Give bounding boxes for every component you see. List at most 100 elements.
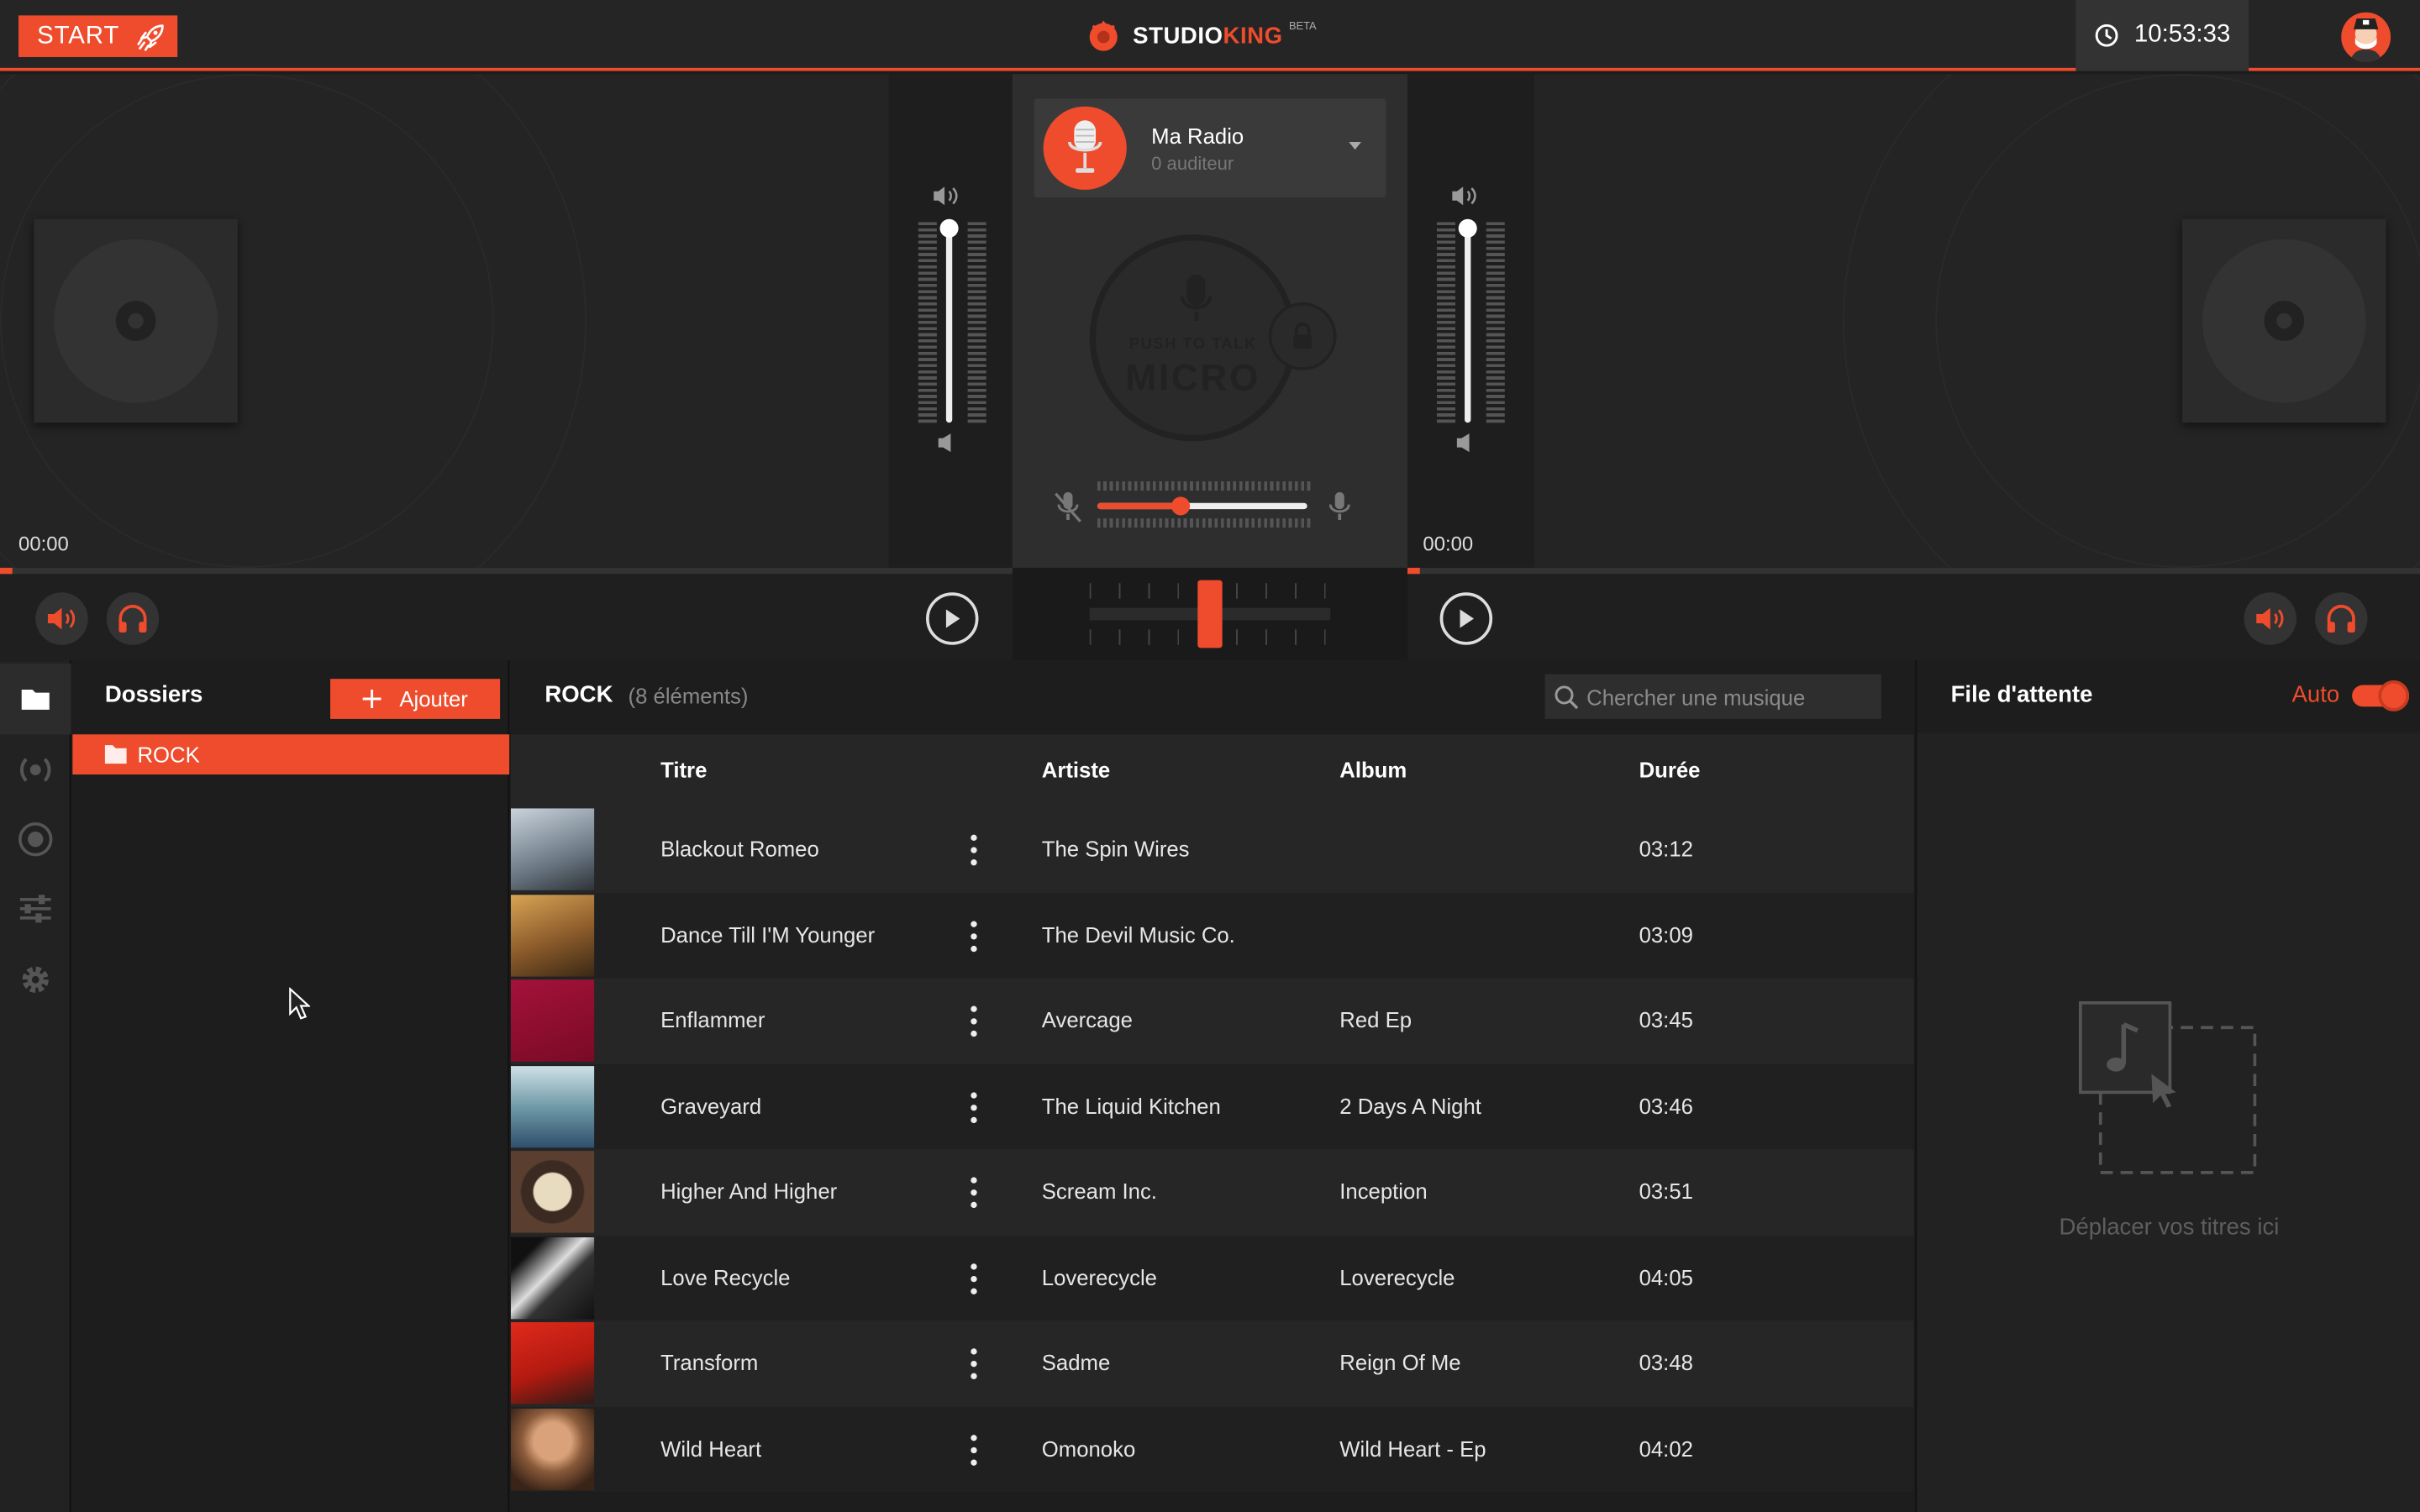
- search-icon: [1555, 685, 1579, 710]
- table-row[interactable]: Graveyard The Liquid Kitchen 2 Days A Ni…: [510, 1063, 1914, 1150]
- table-row[interactable]: Blackout Romeo The Spin Wires 03:12: [510, 806, 1914, 893]
- more-options-icon[interactable]: [961, 1348, 986, 1380]
- vinyl-icon: [54, 239, 218, 403]
- broadcast-icon: [17, 753, 54, 786]
- volume-track[interactable]: [945, 225, 953, 423]
- auto-toggle[interactable]: [2352, 680, 2410, 711]
- column-duration[interactable]: Durée: [1639, 758, 1701, 782]
- speaker-icon: [2254, 606, 2286, 631]
- deck-right-time: 00:00: [1423, 532, 1474, 556]
- search-input[interactable]: [1544, 674, 1881, 719]
- volume-down-icon: [937, 432, 955, 454]
- album-cover: [510, 808, 595, 890]
- nav-broadcast[interactable]: [0, 734, 71, 805]
- deck-left-volume[interactable]: [888, 74, 1016, 568]
- track-album: Loverecycle: [1339, 1264, 1455, 1289]
- album-cover: [510, 894, 595, 976]
- table-row[interactable]: Higher And Higher Scream Inc. Inception …: [510, 1149, 1914, 1236]
- gear-icon: [18, 963, 52, 996]
- album-cover: [510, 1151, 595, 1233]
- track-duration: 03:48: [1639, 1350, 1693, 1375]
- track-artist: The Spin Wires: [1041, 836, 1190, 861]
- microphone-icon[interactable]: [1328, 491, 1352, 524]
- deck-right-volume[interactable]: [1407, 74, 1534, 568]
- headphones-icon: [118, 605, 149, 633]
- volume-ticks-right: [967, 222, 986, 423]
- user-avatar[interactable]: [2341, 12, 2391, 62]
- folder-item-rock[interactable]: ROCK: [72, 734, 510, 775]
- track-artist: Avercage: [1041, 1007, 1133, 1032]
- drag-drop-icon: [2077, 1000, 2262, 1179]
- table-row[interactable]: Love Recycle Loverecycle Loverecycle 04:…: [510, 1235, 1914, 1321]
- more-options-icon[interactable]: [961, 1434, 986, 1465]
- album-cover: [510, 1322, 595, 1404]
- start-label: START: [37, 22, 120, 49]
- album-cover: [510, 1407, 595, 1490]
- add-folder-button[interactable]: Ajouter: [330, 679, 501, 719]
- column-artist[interactable]: Artiste: [1042, 758, 1110, 782]
- folder-icon: [20, 686, 51, 711]
- top-bar: START STUDIO KING BETA 10:53:33: [0, 0, 2420, 71]
- volume-track[interactable]: [1465, 225, 1471, 423]
- track-album: Reign Of Me: [1339, 1350, 1461, 1375]
- volume-knob[interactable]: [939, 218, 959, 238]
- deck-left-progress[interactable]: [0, 567, 1013, 575]
- track-album: Inception: [1339, 1179, 1428, 1204]
- play-icon: [1457, 608, 1476, 630]
- logo-icon: [1086, 18, 1120, 52]
- column-album[interactable]: Album: [1339, 758, 1407, 782]
- deck-left-speaker-button[interactable]: [35, 592, 88, 645]
- track-title: Dance Till I'M Younger: [660, 921, 876, 947]
- deck-right-controls: [1407, 567, 2420, 661]
- nav-settings[interactable]: [0, 944, 71, 1015]
- volume-knob[interactable]: [1458, 218, 1477, 238]
- speaker-icon: [46, 606, 77, 631]
- album-cover: [510, 1065, 595, 1147]
- deck-left-play-button[interactable]: [926, 592, 979, 645]
- deck-right-headphones-button[interactable]: [2315, 592, 2368, 645]
- track-duration: 04:02: [1639, 1436, 1693, 1461]
- table-row[interactable]: Wild Heart Omonoko Wild Heart - Ep 04:02: [510, 1406, 1914, 1493]
- left-nav: [0, 660, 71, 1512]
- folders-title: Dossiers: [104, 681, 203, 709]
- volume-down-icon: [1455, 432, 1474, 454]
- table-row[interactable]: Transform Sadme Reign Of Me 03:48: [510, 1320, 1914, 1407]
- table-body: Blackout Romeo The Spin Wires 03:12 Danc…: [510, 806, 1914, 1493]
- more-options-icon[interactable]: [961, 1177, 986, 1209]
- column-title[interactable]: Titre: [660, 758, 707, 782]
- track-album: 2 Days A Night: [1339, 1093, 1481, 1118]
- brand-name-part1: STUDIO: [1133, 22, 1223, 49]
- nav-folders[interactable]: [0, 663, 71, 735]
- nav-equalizer[interactable]: [0, 874, 71, 944]
- radio-selector[interactable]: Ma Radio 0 auditeur: [1034, 98, 1386, 198]
- chevron-down-icon[interactable]: [1349, 141, 1361, 150]
- brand-name-part2: KING: [1223, 22, 1283, 49]
- start-button[interactable]: START: [18, 15, 178, 57]
- table-row[interactable]: Enflammer Avercage Red Ep 03:45: [510, 978, 1914, 1064]
- more-options-icon[interactable]: [961, 834, 986, 866]
- table-row[interactable]: Dance Till I'M Younger The Devil Music C…: [510, 892, 1914, 979]
- lock-button[interactable]: [1268, 302, 1337, 370]
- album-cover: [510, 1236, 595, 1319]
- more-options-icon[interactable]: [961, 920, 986, 952]
- deck-left-headphones-button[interactable]: [106, 592, 160, 645]
- deck-right-progress[interactable]: [1407, 567, 2420, 575]
- microphone-muted-icon[interactable]: [1053, 491, 1084, 524]
- mic-volume-knob[interactable]: [1171, 496, 1191, 516]
- more-options-icon[interactable]: [961, 1263, 986, 1294]
- track-album: Wild Heart - Ep: [1339, 1436, 1486, 1461]
- more-options-icon[interactable]: [961, 1091, 986, 1123]
- library-title: ROCK: [544, 681, 613, 709]
- more-options-icon[interactable]: [961, 1005, 986, 1037]
- drop-hint: Déplacer vos titres ici: [2059, 1214, 2280, 1241]
- folder-icon: [103, 743, 128, 765]
- album-cover: [510, 979, 595, 1062]
- deck-right-speaker-button[interactable]: [2244, 592, 2297, 645]
- folder-item-label: ROCK: [137, 742, 200, 767]
- nav-record[interactable]: [0, 804, 71, 874]
- crossfader-knob[interactable]: [1197, 580, 1223, 648]
- push-to-talk-button[interactable]: PUSH TO TALK MICRO: [1089, 234, 1297, 442]
- deck-right-play-button[interactable]: [1439, 592, 1493, 645]
- mic-ticks-top: [1097, 481, 1311, 491]
- crossfader: [1012, 567, 1408, 661]
